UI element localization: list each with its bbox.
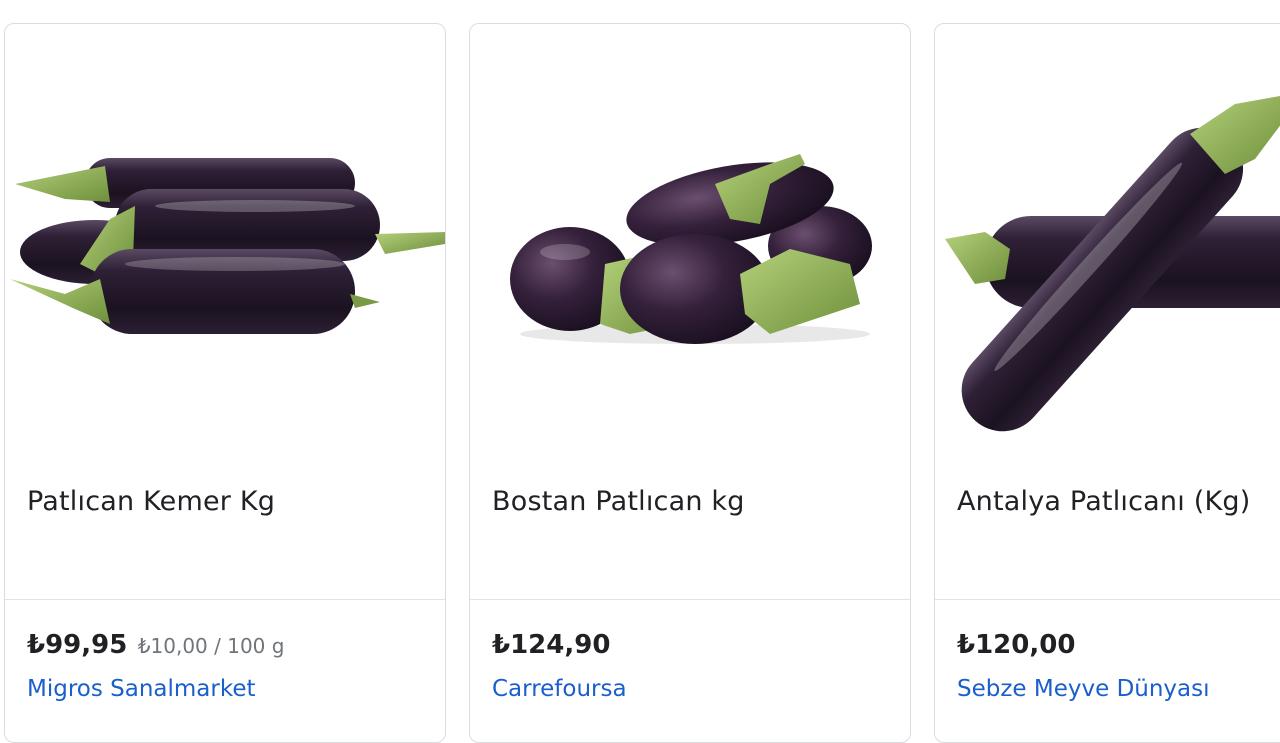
product-row: Patlıcan Kemer Kg ₺99,95 ₺10,00 / 100 g …	[0, 23, 1280, 743]
product-image[interactable]	[5, 24, 445, 444]
card-divider	[470, 599, 910, 600]
product-image[interactable]	[470, 24, 910, 444]
product-price: ₺99,95	[27, 630, 128, 660]
product-card[interactable]: Bostan Patlıcan kg ₺124,90 Carrefoursa	[469, 23, 911, 743]
merchant-link[interactable]: Carrefoursa	[492, 676, 627, 702]
unit-price: ₺10,00 / 100 g	[137, 634, 285, 658]
round-eggplants-image	[510, 154, 872, 344]
card-divider	[935, 599, 1280, 600]
product-card[interactable]: Antalya Patlıcanı (Kg) ₺120,00 Sebze Mey…	[934, 23, 1280, 743]
price-line: ₺124,90	[492, 630, 616, 660]
product-price: ₺120,00	[957, 630, 1076, 660]
product-title[interactable]: Bostan Patlıcan kg	[492, 486, 745, 517]
price-line: ₺120,00	[957, 630, 1081, 660]
product-image[interactable]	[935, 24, 1280, 444]
merchant-link[interactable]: Sebze Meyve Dünyası	[957, 676, 1210, 702]
long-eggplants-image	[945, 96, 1280, 432]
product-card[interactable]: Patlıcan Kemer Kg ₺99,95 ₺10,00 / 100 g …	[4, 23, 446, 743]
merchant-link[interactable]: Migros Sanalmarket	[27, 676, 256, 702]
product-price: ₺124,90	[492, 630, 611, 660]
eggplant-bunch-image	[10, 158, 445, 334]
product-title[interactable]: Antalya Patlıcanı (Kg)	[957, 486, 1250, 517]
product-title[interactable]: Patlıcan Kemer Kg	[27, 486, 275, 517]
price-line: ₺99,95 ₺10,00 / 100 g	[27, 630, 284, 660]
card-divider	[5, 599, 445, 600]
